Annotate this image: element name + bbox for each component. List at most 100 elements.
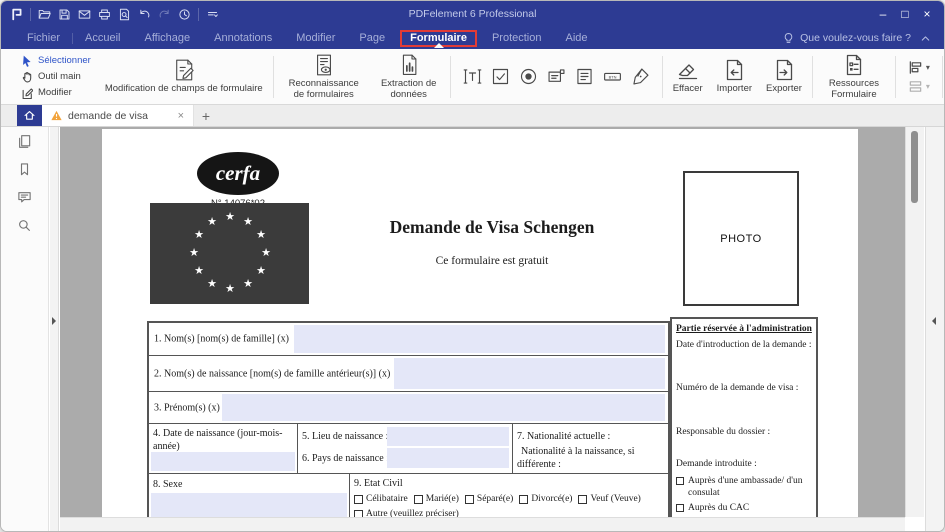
form-field-prenom[interactable]	[222, 394, 665, 421]
field-tools-group: BTN	[454, 66, 659, 87]
field-label-1: 1. Nom(s) [nom(s) de famille] (x)	[154, 333, 289, 345]
scrollbar-thumb[interactable]	[911, 131, 918, 203]
divider	[811, 55, 813, 98]
option-separe: Séparé(e)	[464, 494, 513, 504]
list-box-tool[interactable]	[574, 66, 595, 87]
checkbox[interactable]	[676, 504, 684, 512]
form-field-pays-naissance[interactable]	[387, 448, 509, 468]
minimize-button[interactable]: –	[872, 1, 894, 27]
export-data-button[interactable]: Exporter	[759, 58, 809, 95]
print-icon[interactable]	[98, 8, 111, 21]
save-icon[interactable]	[58, 8, 71, 21]
menu-protection[interactable]: Protection	[480, 30, 554, 46]
home-tab-button[interactable]	[17, 105, 42, 126]
star-icon: ★	[194, 265, 204, 277]
menu-affichage[interactable]: Affichage	[132, 30, 202, 46]
history-icon[interactable]	[178, 8, 191, 21]
expand-left-arrow-icon[interactable]	[932, 317, 936, 325]
comments-icon[interactable]	[17, 190, 32, 205]
menu-page[interactable]: Page	[347, 30, 397, 46]
form-recognition-button[interactable]: Reconnaissance de formulaires	[277, 53, 371, 101]
divider	[449, 55, 451, 98]
star-icon: ★	[243, 215, 253, 228]
svg-text:BTN: BTN	[608, 75, 616, 80]
hand-icon	[21, 71, 33, 83]
menu-formulaire-active[interactable]: Formulaire	[400, 29, 477, 48]
form-field-sexe[interactable]	[151, 493, 347, 517]
star-icon: ★	[207, 215, 217, 228]
preview-icon[interactable]	[118, 8, 131, 21]
close-button[interactable]: ×	[916, 1, 938, 27]
cursor-icon	[21, 55, 33, 67]
menu-aide[interactable]: Aide	[553, 30, 599, 46]
checkbox[interactable]	[519, 494, 529, 504]
form-field-nom[interactable]	[294, 325, 665, 353]
divider	[894, 55, 896, 98]
clear-fields-button[interactable]: Effacer	[666, 58, 710, 95]
caret-down-icon: ▾	[925, 81, 930, 91]
star-icon: ★	[256, 229, 266, 241]
left-sidebar	[1, 127, 49, 531]
option-marie: Marié(e)	[413, 494, 459, 504]
combo-box-tool[interactable]	[546, 66, 567, 87]
tool-column: Sélectionner Outil main Modifier	[1, 53, 98, 100]
horizontal-scrollbar[interactable]	[60, 517, 905, 531]
form-edit-icon	[172, 58, 196, 82]
menu-fichier[interactable]: Fichier	[15, 30, 72, 46]
bookmarks-icon[interactable]	[17, 162, 32, 177]
align-fields-button[interactable]: ▾	[908, 60, 930, 75]
check-box-tool[interactable]	[490, 66, 511, 87]
form-field-date-naissance[interactable]	[151, 452, 295, 471]
checkbox[interactable]	[578, 494, 588, 504]
form-field-nom-naissance[interactable]	[394, 358, 665, 389]
radio-button-tool[interactable]	[518, 66, 539, 87]
page-thumbnails-icon[interactable]	[17, 134, 32, 149]
vertical-scrollbar[interactable]	[905, 127, 924, 517]
tab-demande-de-visa[interactable]: demande de visa ×	[42, 105, 194, 126]
modify-tool[interactable]: Modifier	[21, 85, 91, 100]
checkbox[interactable]	[354, 494, 363, 504]
import-icon	[722, 58, 746, 82]
form-field-edit-button[interactable]: Modification de champs de formulaire	[98, 58, 270, 95]
checkbox[interactable]	[464, 494, 474, 504]
select-tool[interactable]: Sélectionner	[21, 53, 91, 68]
new-tab-button[interactable]: +	[194, 105, 218, 126]
distribute-fields-button[interactable]: ▾	[908, 79, 930, 94]
hand-tool[interactable]: Outil main	[21, 69, 91, 84]
maximize-button[interactable]: □	[894, 1, 916, 27]
help-search[interactable]: Que voulez-vous faire ?	[782, 32, 919, 45]
checkbox[interactable]	[676, 477, 684, 485]
form-row-5: 8. Sexe 9. Etat Civil Célibataire Marié(…	[149, 473, 668, 517]
redo-icon[interactable]	[158, 8, 171, 21]
field-label-5: 5. Lieu de naissance :	[302, 431, 389, 442]
digital-signature-tool[interactable]	[630, 66, 651, 87]
open-file-icon[interactable]	[38, 8, 51, 21]
admin-option-ambassade: Auprès d'une ambassade/ d'un consulat	[676, 476, 816, 500]
undo-icon[interactable]	[138, 8, 151, 21]
close-tab-icon[interactable]: ×	[178, 110, 184, 122]
text-field-tool[interactable]	[462, 66, 483, 87]
left-panel-collapse-strip[interactable]	[50, 127, 59, 531]
admin-heading: Partie réservée à l'administration	[676, 324, 812, 334]
checkbox[interactable]	[413, 494, 423, 504]
cell-divider	[512, 424, 513, 473]
star-icon: ★	[256, 265, 266, 277]
window-controls: – □ ×	[872, 1, 944, 27]
customize-toolbar-icon[interactable]	[206, 8, 219, 21]
import-data-button[interactable]: Importer	[710, 58, 759, 95]
search-icon[interactable]	[17, 218, 32, 233]
right-panel-collapse-strip[interactable]	[925, 127, 944, 531]
expand-right-arrow-icon[interactable]	[52, 317, 56, 325]
collapse-ribbon-button[interactable]	[919, 32, 944, 45]
form-row-2: 2. Nom(s) de naissance [nom(s) de famill…	[149, 355, 668, 391]
checkbox[interactable]	[354, 509, 363, 517]
menu-annotations[interactable]: Annotations	[202, 30, 284, 46]
menu-accueil[interactable]: Accueil	[73, 30, 132, 46]
data-extraction-button[interactable]: Extraction de données	[371, 53, 447, 101]
form-field-lieu-naissance[interactable]	[387, 427, 509, 446]
form-resources-button[interactable]: Ressources Formulaire	[816, 53, 892, 101]
home-icon	[23, 109, 36, 122]
push-button-tool[interactable]: BTN	[602, 66, 623, 87]
menu-modifier[interactable]: Modifier	[284, 30, 347, 46]
email-icon[interactable]	[78, 8, 91, 21]
